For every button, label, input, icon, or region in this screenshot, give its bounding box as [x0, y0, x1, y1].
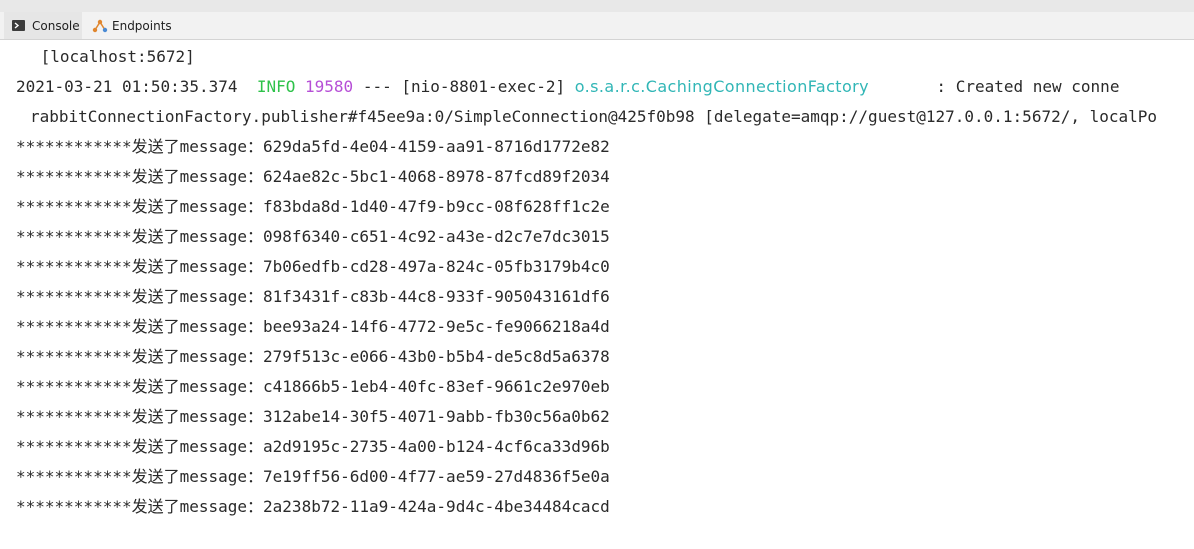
message-line: ************发送了message：098f6340-c651-4c9…: [16, 222, 1194, 252]
message-prefix: ************发送了message：: [16, 257, 264, 276]
message-prefix: ************发送了message：: [16, 467, 264, 486]
message-id: f83bda8d-1d40-47f9-b9cc-08f628ff1c2e: [263, 197, 610, 216]
log-pid: 19580: [305, 77, 354, 96]
message-line: ************发送了message：81f3431f-c83b-44c…: [16, 282, 1194, 312]
message-id: 629da5fd-4e04-4159-aa91-8716d1772e82: [263, 137, 610, 156]
terminal-icon: [11, 18, 27, 34]
message-prefix: ************发送了message：: [16, 137, 264, 156]
message-id: 098f6340-c651-4c92-a43e-d2c7e7dc3015: [263, 227, 610, 246]
tab-console-label: Console: [32, 19, 80, 33]
message-line: ************发送了message：2a238b72-11a9-424…: [16, 492, 1194, 522]
message-line: ************发送了message：312abe14-30f5-407…: [16, 402, 1194, 432]
message-prefix: ************发送了message：: [16, 407, 264, 426]
message-id: 7e19ff56-6d00-4f77-ae59-27d4836f5e0a: [263, 467, 610, 486]
console-output[interactable]: [localhost:5672] 2021-03-21 01:50:35.374…: [0, 40, 1194, 549]
message-line: ************发送了message：624ae82c-5bc1-406…: [16, 162, 1194, 192]
tool-window-tab-bar: Console Endpoints: [0, 0, 1194, 40]
endpoints-icon: [92, 18, 108, 34]
message-id: c41866b5-1eb4-40fc-83ef-9661c2e970eb: [263, 377, 610, 396]
message-line: ************发送了message：279f513c-e066-43b…: [16, 342, 1194, 372]
message-prefix: ************发送了message：: [16, 197, 264, 216]
message-line: ************发送了message：bee93a24-14f6-477…: [16, 312, 1194, 342]
console-line: rabbitConnectionFactory.publisher#f45ee9…: [30, 107, 1158, 126]
message-id: 624ae82c-5bc1-4068-8978-87fcd89f2034: [263, 167, 610, 186]
message-line: ************发送了message：629da5fd-4e04-415…: [16, 132, 1194, 162]
message-id: 2a238b72-11a9-424a-9d4c-4be34484cacd: [263, 497, 610, 516]
log-timestamp: 2021-03-21 01:50:35.374: [16, 77, 238, 96]
tab-console[interactable]: Console: [4, 12, 82, 39]
message-prefix: ************发送了message：: [16, 317, 264, 336]
message-line: ************发送了message：c41866b5-1eb4-40f…: [16, 372, 1194, 402]
message-id: 7b06edfb-cd28-497a-824c-05fb3179b4c0: [263, 257, 610, 276]
message-prefix: ************发送了message：: [16, 377, 264, 396]
message-id: bee93a24-14f6-4772-9e5c-fe9066218a4d: [263, 317, 610, 336]
console-line: [localhost:5672]: [31, 47, 195, 66]
message-prefix: ************发送了message：: [16, 287, 264, 306]
log-line: 2021-03-21 01:50:35.374 INFO 19580 --- […: [16, 72, 1194, 102]
message-prefix: ************发送了message：: [16, 167, 264, 186]
message-line: ************发送了message：7b06edfb-cd28-497…: [16, 252, 1194, 282]
tab-bar-top-strip: [0, 0, 1194, 12]
message-line: ************发送了message：7e19ff56-6d00-4f7…: [16, 462, 1194, 492]
message-prefix: ************发送了message：: [16, 437, 264, 456]
log-logger: o.s.a.r.c.CachingConnectionFactory: [574, 77, 869, 96]
log-level: INFO: [256, 77, 296, 96]
log-message: : Created new conne: [936, 77, 1120, 96]
log-separator: ---: [362, 77, 392, 96]
message-id: a2d9195c-2735-4a00-b124-4cf6ca33d96b: [263, 437, 610, 456]
message-id: 279f513c-e066-43b0-b5b4-de5c8d5a6378: [263, 347, 610, 366]
message-id: 312abe14-30f5-4071-9abb-fb30c56a0b62: [263, 407, 610, 426]
message-prefix: ************发送了message：: [16, 497, 264, 516]
tab-endpoints[interactable]: Endpoints: [86, 12, 176, 39]
message-prefix: ************发送了message：: [16, 227, 264, 246]
log-thread: [nio-8801-exec-2]: [401, 77, 566, 96]
message-line: ************发送了message：a2d9195c-2735-4a0…: [16, 432, 1194, 462]
ide-run-panel: Console Endpoints [localhost:5672] 2021-…: [0, 0, 1194, 549]
message-line: ************发送了message：f83bda8d-1d40-47f…: [16, 192, 1194, 222]
message-id: 81f3431f-c83b-44c8-933f-905043161df6: [263, 287, 610, 306]
message-prefix: ************发送了message：: [16, 347, 264, 366]
tab-endpoints-label: Endpoints: [112, 19, 172, 33]
